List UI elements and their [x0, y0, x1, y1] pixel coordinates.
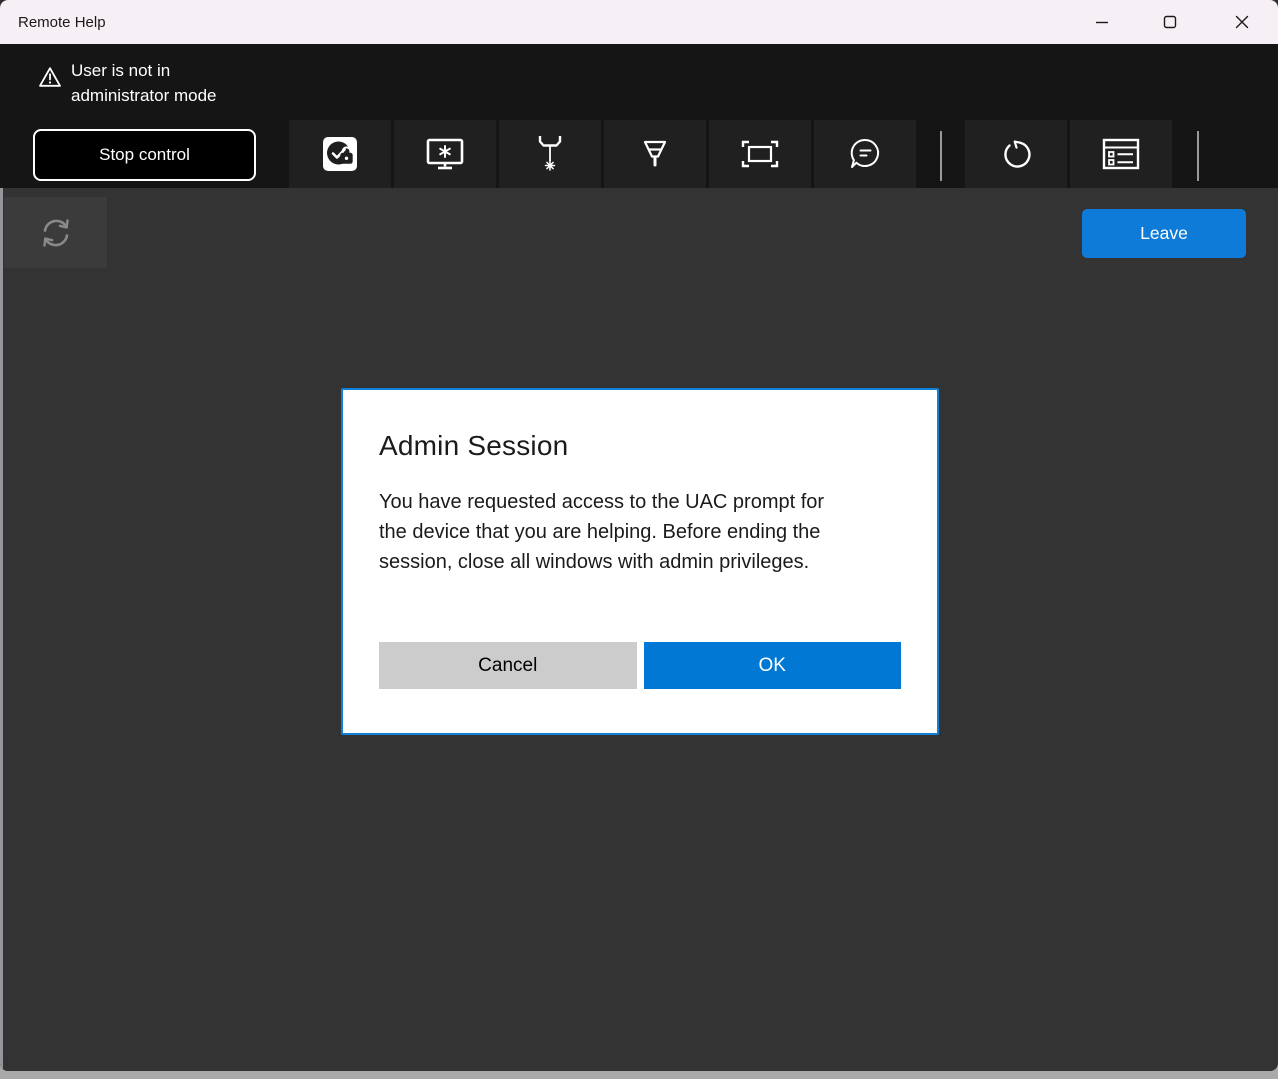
toolbar-button-uac-admin[interactable]: [289, 120, 391, 188]
maximize-icon: [1163, 15, 1177, 29]
toolbar-button-session-details[interactable]: [1070, 120, 1172, 188]
warning-message: User is not in administrator mode: [38, 59, 217, 108]
pen-icon: [643, 140, 667, 167]
warning-text-line1: User is not in: [71, 61, 171, 80]
restart-icon: [1004, 140, 1031, 168]
toolbar-button-pen[interactable]: [604, 120, 706, 188]
toolbar-divider: [940, 131, 942, 181]
monitor-asterisk-icon: [426, 138, 464, 170]
sync-icon: [42, 218, 69, 247]
dialog-button-row: Cancel OK: [379, 642, 901, 689]
dialog-title: Admin Session: [379, 430, 569, 461]
dialog-body: You have requested access to the UAC pro…: [379, 491, 825, 573]
toolbar-button-monitor-password[interactable]: [394, 120, 496, 188]
session-viewport: Leave Admin Session You have requested a…: [0, 188, 1278, 1071]
toolbar-button-laser-pointer[interactable]: [499, 120, 601, 188]
chat-icon: [850, 138, 880, 168]
actual-size-icon: [741, 140, 779, 168]
remote-screen-edge: [0, 188, 3, 1071]
stop-control-button[interactable]: Stop control: [33, 129, 256, 181]
warning-text-line2: administrator mode: [71, 85, 217, 105]
admin-session-dialog: Admin Session You have requested access …: [341, 388, 939, 735]
window-title: Remote Help: [18, 13, 106, 31]
cancel-button[interactable]: Cancel: [379, 642, 637, 689]
ok-button[interactable]: OK: [643, 642, 901, 689]
close-icon: [1235, 15, 1249, 29]
maximize-button[interactable]: [1147, 0, 1193, 44]
toolbar-divider: [1197, 131, 1199, 181]
minimize-icon: [1096, 21, 1108, 24]
toolbar-button-actual-size[interactable]: [709, 120, 811, 188]
minimize-button[interactable]: [1079, 0, 1125, 44]
warning-text: User is not in administrator mode: [71, 59, 217, 108]
warning-icon: [39, 67, 61, 87]
close-button[interactable]: [1219, 0, 1265, 44]
sync-button[interactable]: [4, 197, 107, 268]
session-details-icon: [1102, 138, 1140, 170]
titlebar: Remote Help: [0, 0, 1278, 44]
toolbar-banner: User is not in administrator mode Stop c…: [0, 44, 1278, 188]
remote-help-window: Remote Help User is not in administrator…: [0, 0, 1278, 1071]
toolbar-button-restart[interactable]: [965, 120, 1067, 188]
leave-button[interactable]: Leave: [1082, 209, 1246, 258]
toolbar-button-chat[interactable]: [814, 120, 916, 188]
laser-pointer-icon: [538, 136, 562, 171]
uac-admin-icon: [323, 137, 357, 171]
